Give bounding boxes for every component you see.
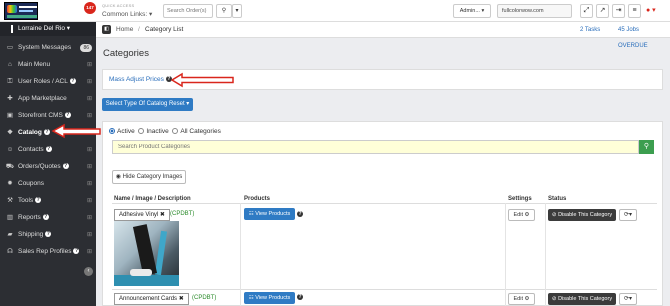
annotation-arrow-mass-adjust: [170, 72, 234, 88]
annotation-arrows: [51, 72, 234, 139]
annotation-arrow-catalog: [51, 123, 101, 139]
